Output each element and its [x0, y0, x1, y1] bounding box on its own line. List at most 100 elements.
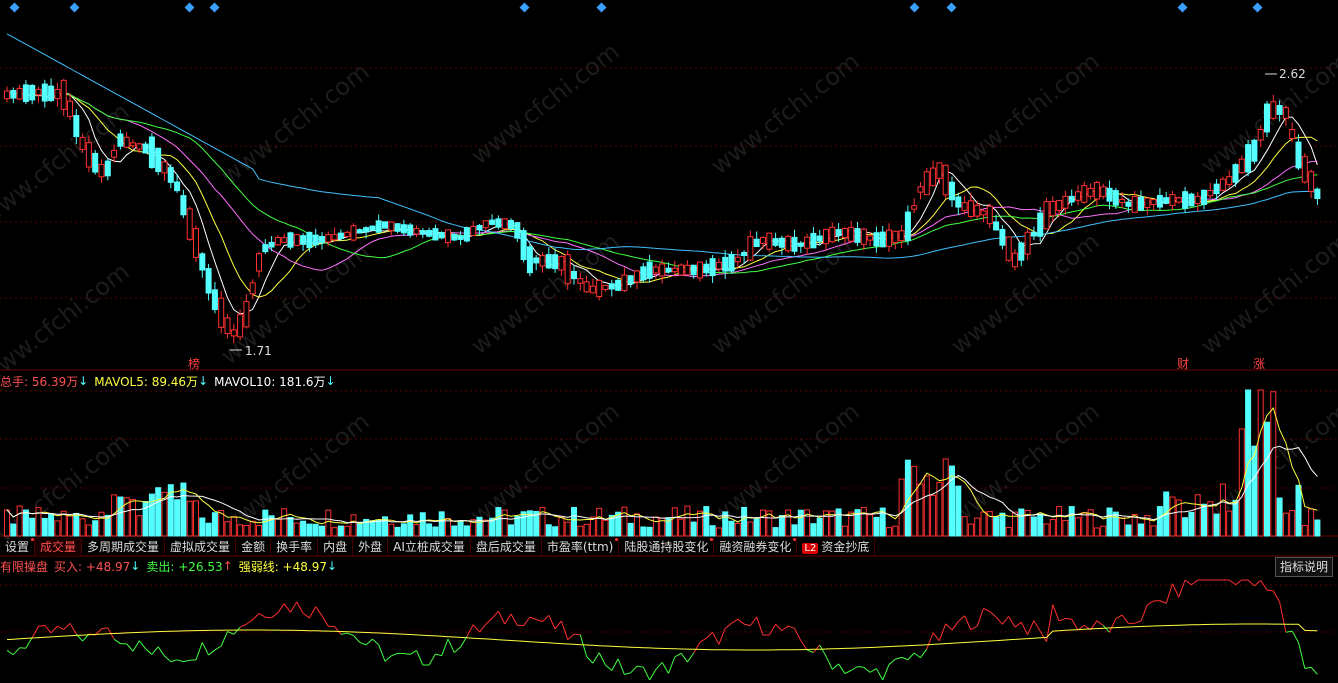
volume-bar — [980, 511, 987, 537]
candle-body — [489, 219, 496, 225]
flow-segment — [466, 624, 474, 637]
marker-bang[interactable]: 榜 — [188, 355, 200, 372]
candle-body — [942, 164, 949, 196]
volume-bar — [558, 516, 565, 537]
flow-segment — [1109, 618, 1117, 633]
candle-body — [659, 263, 666, 277]
candle-body — [1238, 158, 1245, 174]
volume-bar — [350, 514, 357, 537]
chart-canvas[interactable]: www.cfchi.com www.cfchi.com www.cfchi.com w… — [0, 0, 1338, 683]
volume-bar — [867, 514, 874, 537]
tab-3[interactable]: 虚拟成交量 — [165, 538, 237, 556]
candle-body — [778, 237, 785, 248]
tab-12[interactable]: 融资融券变化 — [714, 538, 798, 556]
indicator-header: 有限操盘 买入: +48.97 ↓ 卖出: +26.53 ↑ 强弱线: +48.… — [0, 558, 343, 574]
volume-bar — [797, 509, 804, 537]
volume-bar — [652, 516, 659, 537]
flow-segment — [183, 659, 190, 663]
tab-5[interactable]: 换手率 — [271, 538, 319, 556]
flow-segment — [1291, 630, 1299, 643]
candle-body — [829, 226, 836, 243]
volume-bar — [1037, 513, 1044, 537]
tab-1[interactable]: 成交量 — [35, 538, 83, 556]
buy-label: 买入: +48.97 — [54, 559, 131, 574]
event-diamond-icon — [184, 2, 195, 13]
flow-segment — [472, 624, 480, 633]
flow-segment — [220, 631, 228, 647]
flow-segment — [201, 642, 210, 656]
volume-bar — [98, 511, 105, 537]
volume-bars[interactable] — [4, 389, 1321, 537]
tab-11[interactable]: 陆股通持股变化 — [619, 538, 715, 556]
flow-segment — [529, 616, 537, 620]
flow-segment — [485, 617, 493, 625]
flow-segment — [674, 652, 682, 658]
flow-segment — [1020, 621, 1029, 635]
volume-bar — [451, 525, 458, 537]
flow-segment — [1165, 583, 1173, 604]
watermark-text: www.cfchi.com — [216, 57, 375, 190]
marker-zhang[interactable]: 涨 — [1253, 355, 1265, 372]
volume-bar — [785, 509, 792, 537]
candle-body — [1251, 139, 1258, 162]
candle-body — [508, 220, 514, 230]
volume-bar — [438, 511, 445, 537]
volume-bar — [312, 523, 319, 537]
candle-body — [224, 317, 231, 335]
volume-bar — [1257, 389, 1264, 537]
tab-2[interactable]: 多周期成交量 — [82, 538, 166, 556]
candle-body — [1232, 164, 1239, 183]
candle-body — [608, 283, 615, 290]
flow-segment — [649, 669, 657, 681]
candle-body — [1106, 187, 1113, 202]
volume-bar — [715, 527, 722, 537]
indicator-help-button[interactable]: 指标说明 — [1275, 557, 1333, 577]
flow-segment — [113, 638, 121, 645]
volume-bar — [1301, 524, 1308, 537]
tab-9[interactable]: 盘后成交量 — [471, 538, 542, 556]
tab-6[interactable]: 内盘 — [318, 538, 354, 556]
volume-bar — [1282, 512, 1289, 537]
candle-body — [1301, 156, 1308, 183]
volume-bar — [495, 507, 502, 537]
volume-bar — [230, 516, 237, 537]
flow-segment — [838, 663, 846, 674]
volume-bar — [344, 525, 351, 537]
tab-13[interactable]: L2 资金抄底 — [797, 538, 876, 556]
flow-segment — [151, 646, 159, 655]
flow-segment — [372, 638, 380, 646]
tab-7[interactable]: 外盘 — [353, 538, 389, 556]
tab-label: 盘后成交量 — [475, 540, 536, 554]
flow-segment — [302, 612, 310, 619]
tab-label: 融资融券变化 — [719, 540, 792, 554]
tab-4[interactable]: 金额 — [236, 538, 272, 556]
candlestick-series[interactable] — [4, 78, 1321, 344]
flow-segment — [699, 637, 707, 643]
candle-body — [810, 232, 817, 249]
flow-segment — [819, 644, 827, 657]
tab-label: 内盘 — [323, 540, 348, 554]
candle-body — [1138, 196, 1144, 211]
candle-body — [841, 227, 848, 239]
tab-8[interactable]: AI立桩成交量 — [388, 538, 471, 556]
volume-bar — [999, 512, 1006, 537]
tab-10[interactable]: 市盈率(ttm) — [542, 538, 620, 556]
tab-0[interactable]: 设置 — [0, 538, 36, 556]
volume-bar — [1068, 506, 1075, 537]
flow-segment — [315, 606, 323, 617]
flow-segment — [718, 628, 726, 645]
sell-arrow: ↑ — [222, 559, 233, 573]
candle-body — [760, 236, 766, 244]
candle-body — [640, 266, 647, 281]
flow-segment — [1159, 600, 1167, 604]
flow-segment — [983, 607, 991, 613]
candle-body — [904, 211, 911, 241]
candle-body — [602, 284, 609, 290]
candle-body — [823, 228, 829, 245]
candle-body — [331, 233, 338, 241]
volume-bar — [224, 521, 231, 537]
candle-body — [634, 270, 640, 283]
marker-cai[interactable]: 财 — [1177, 355, 1189, 372]
volume-bar — [463, 525, 470, 537]
event-diamonds[interactable] — [9, 2, 1263, 13]
